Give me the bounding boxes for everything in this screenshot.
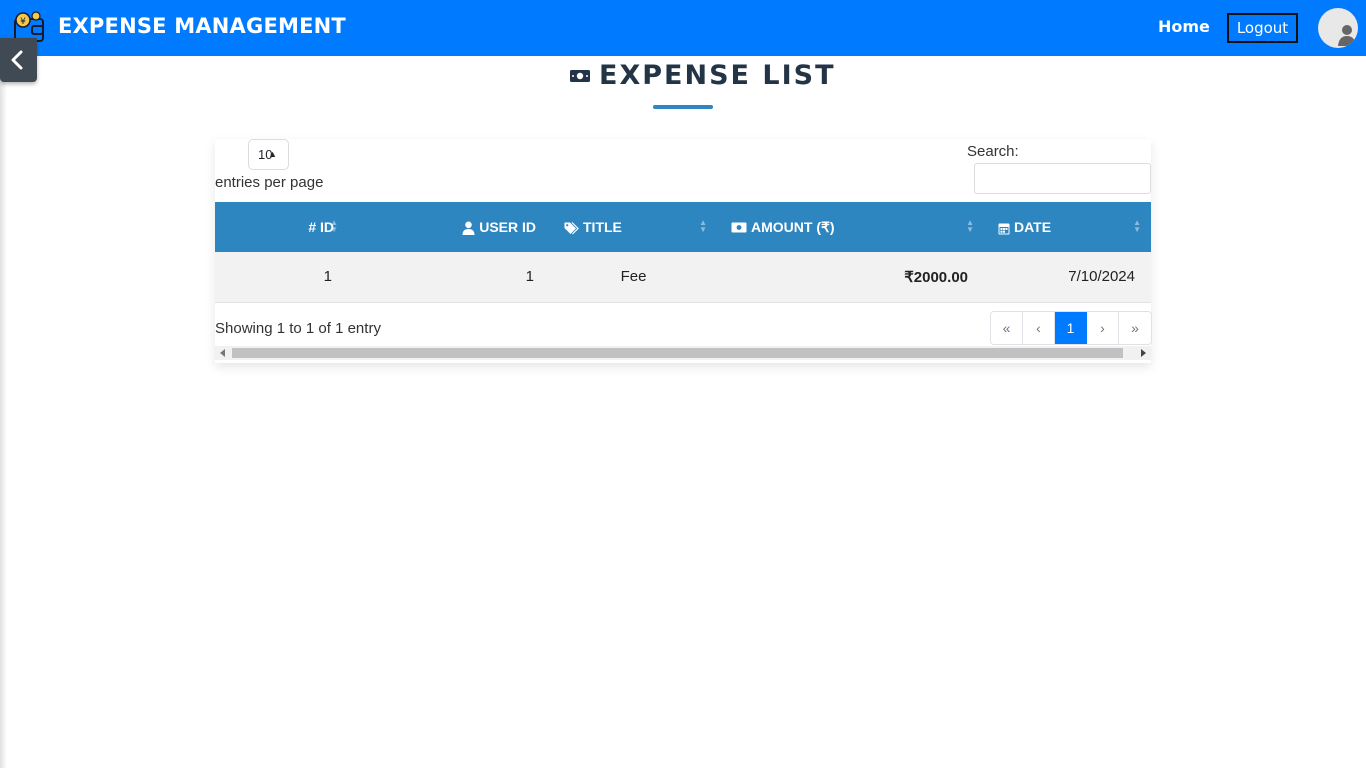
sort-icon: ▲ ▼ [699, 218, 707, 234]
sort-caret-icon: ▲ [268, 149, 277, 159]
cell-title: Fee [550, 252, 717, 303]
page-length-select[interactable]: 10 ▲ [248, 139, 289, 170]
expense-table: # ID ▲ ▼ USER ID TITLE ▲ ▼ AMOUNT (₹) ▲ ▼ D… [215, 202, 1151, 303]
sort-icon: ▲ ▼ [330, 218, 338, 234]
column-header-date[interactable]: DATE ▲ ▼ [984, 202, 1151, 252]
table-row[interactable]: 1 1 Fee ₹2000.00 7/10/2024 [215, 252, 1151, 303]
column-header-title-label: TITLE [583, 219, 622, 235]
table-info: Showing 1 to 1 of 1 entry [215, 320, 381, 337]
column-header-id[interactable]: # ID ▲ ▼ [215, 202, 348, 252]
cell-date: 7/10/2024 [984, 252, 1151, 303]
top-navbar: ¥ EXPENSE MANAGEMENT Home Logout [0, 0, 1366, 56]
search-input[interactable] [974, 163, 1151, 194]
column-header-amount-label: AMOUNT (₹) [751, 218, 835, 235]
chevron-left-icon [11, 50, 23, 70]
scroll-left-icon[interactable] [220, 349, 225, 357]
column-header-user-id[interactable]: USER ID [348, 202, 550, 252]
sort-icon: ▲ ▼ [966, 218, 974, 234]
page-title-text: EXPENSE LIST [599, 60, 836, 91]
cell-amount: ₹2000.00 [717, 252, 984, 303]
money-bill-icon [570, 70, 590, 82]
scroll-right-icon[interactable] [1141, 349, 1146, 357]
nav-home-link[interactable]: Home [1158, 17, 1210, 36]
pagination-last-button[interactable]: » [1119, 312, 1151, 344]
expense-table-card: 10 ▲ entries per page Search: # ID ▲ ▼ US… [215, 139, 1152, 363]
pagination-prev-button[interactable]: ‹ [1023, 312, 1055, 344]
pagination: « ‹ 1 › » [990, 311, 1152, 345]
sidebar-edge-shadow [0, 56, 7, 768]
user-avatar[interactable] [1318, 8, 1358, 48]
search-label: Search: [967, 143, 1019, 160]
column-header-title[interactable]: TITLE ▲ ▼ [550, 202, 717, 252]
pagination-page-1[interactable]: 1 [1055, 312, 1087, 344]
title-underline [653, 105, 713, 109]
cell-user-id: 1 [348, 252, 550, 303]
money-bill-icon [731, 222, 747, 233]
horizontal-scrollbar[interactable] [215, 346, 1151, 360]
column-header-date-label: DATE [1014, 219, 1052, 235]
svg-text:¥: ¥ [20, 17, 26, 27]
column-header-user-id-label: USER ID [479, 218, 536, 235]
page-length-label: entries per page [215, 174, 324, 191]
calendar-icon [998, 223, 1010, 235]
pagination-first-button[interactable]: « [991, 312, 1023, 344]
user-icon [462, 221, 475, 236]
tags-icon [564, 221, 579, 235]
logout-button[interactable]: Logout [1227, 13, 1298, 43]
scrollbar-thumb[interactable] [232, 348, 1123, 358]
pagination-next-button[interactable]: › [1087, 312, 1119, 344]
page-title: EXPENSE LIST [569, 60, 834, 91]
user-avatar-icon [1338, 25, 1356, 46]
brand-title[interactable]: EXPENSE MANAGEMENT [58, 14, 346, 38]
sidebar-toggle-button[interactable] [0, 38, 37, 82]
table-header-row: # ID ▲ ▼ USER ID TITLE ▲ ▼ AMOUNT (₹) ▲ ▼ D… [215, 202, 1151, 252]
cell-id: 1 [215, 252, 348, 303]
sort-icon: ▲ ▼ [1133, 218, 1141, 234]
column-header-amount[interactable]: AMOUNT (₹) ▲ ▼ [717, 202, 984, 252]
